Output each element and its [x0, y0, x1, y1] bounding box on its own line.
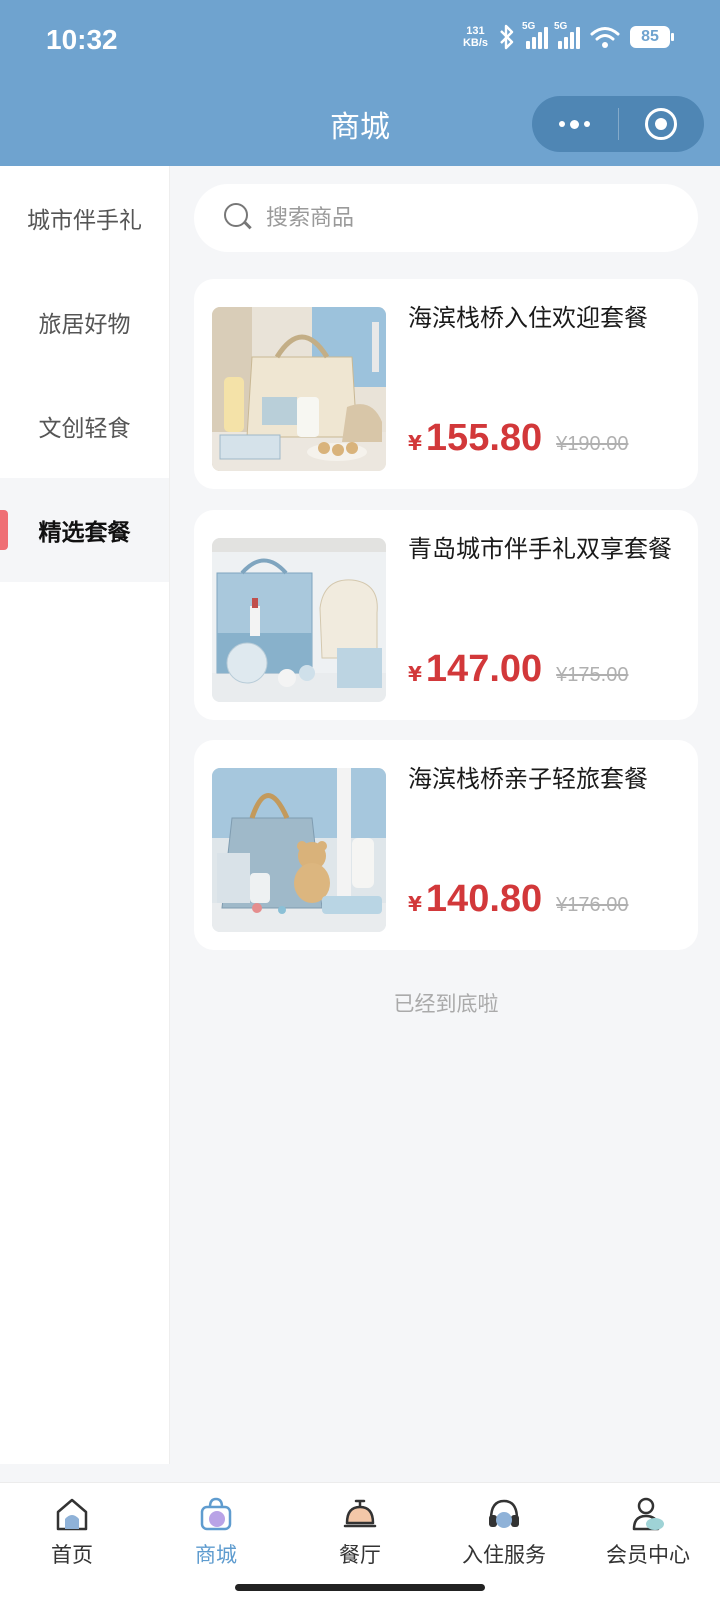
- tab-home[interactable]: 首页: [0, 1483, 144, 1602]
- currency-symbol: ¥: [408, 662, 422, 686]
- category-sidebar: 城市伴手礼 旅居好物 文创轻食 精选套餐: [0, 166, 170, 1464]
- original-price: ¥175.00: [556, 664, 629, 686]
- tab-label: 入住服务: [462, 1543, 546, 1567]
- mini-program-capsule: [532, 96, 704, 152]
- wifi-icon: [590, 27, 620, 48]
- product-name: 海滨栈桥亲子轻旅套餐: [408, 765, 648, 793]
- more-dots-icon: [559, 119, 591, 129]
- product-name: 海滨栈桥入住欢迎套餐: [408, 304, 648, 332]
- price-value: 155.80: [425, 417, 543, 459]
- signal-icon-sim1: 5G: [522, 21, 548, 49]
- product-name: 青岛城市伴手礼双享套餐: [408, 535, 672, 563]
- currency-symbol: ¥: [408, 431, 422, 455]
- status-icons: 131 KB/s 5G 5G 85: [462, 21, 674, 50]
- product-card[interactable]: 海滨栈桥亲子轻旅套餐 ¥ 140.80 ¥176.00: [194, 740, 698, 950]
- sidebar-item-label: 城市伴手礼: [27, 208, 142, 234]
- close-button[interactable]: [619, 96, 705, 152]
- sidebar-item-creative-snacks[interactable]: 文创轻食: [0, 374, 169, 478]
- status-bar: 10:32 131 KB/s 5G 5G 85: [0, 0, 720, 82]
- service-bell-icon: [343, 1499, 377, 1528]
- more-button[interactable]: [532, 96, 618, 152]
- list-end-text: 已经到底啦: [393, 992, 499, 1016]
- shopping-bag-icon: [200, 1497, 232, 1531]
- product-price: ¥ 140.80 ¥176.00: [408, 878, 628, 921]
- tab-label: 首页: [51, 1543, 93, 1567]
- home-indicator[interactable]: [235, 1584, 485, 1591]
- sidebar-item-label: 旅居好物: [38, 312, 131, 338]
- nav-bar: 商城: [0, 82, 720, 166]
- tab-member-center[interactable]: 会员中心: [576, 1483, 720, 1602]
- network-speed: 131 KB/s: [462, 25, 488, 49]
- member-icon: [632, 1497, 664, 1531]
- product-card[interactable]: 海滨栈桥入住欢迎套餐 ¥ 155.80 ¥190.00: [194, 279, 698, 489]
- product-image[interactable]: [212, 538, 386, 702]
- sidebar-item-label: 精选套餐: [38, 520, 131, 546]
- search-input[interactable]: [266, 205, 646, 231]
- signal-icon-sim2: 5G: [554, 21, 580, 49]
- product-image[interactable]: [212, 307, 386, 471]
- sidebar-item-selected-packages[interactable]: 精选套餐: [0, 478, 169, 582]
- product-price: ¥ 155.80 ¥190.00: [408, 417, 628, 460]
- home-icon: [56, 1498, 88, 1531]
- tab-label: 餐厅: [339, 1543, 381, 1567]
- price-value: 140.80: [425, 878, 543, 920]
- currency-symbol: ¥: [408, 892, 422, 916]
- product-card[interactable]: 青岛城市伴手礼双享套餐 ¥ 147.00 ¥175.00: [194, 510, 698, 720]
- original-price: ¥190.00: [556, 433, 629, 455]
- tab-label: 商城: [195, 1543, 237, 1567]
- search-icon: [224, 203, 254, 233]
- headset-icon: [489, 1499, 519, 1528]
- product-price: ¥ 147.00 ¥175.00: [408, 648, 628, 691]
- bluetooth-icon: [500, 24, 514, 50]
- sidebar-item-label: 文创轻食: [38, 416, 131, 442]
- target-icon: [645, 108, 678, 140]
- battery-icon: 85: [630, 26, 674, 48]
- search-bar[interactable]: [194, 184, 698, 252]
- status-time: 10:32: [46, 24, 118, 55]
- original-price: ¥176.00: [556, 894, 629, 916]
- price-value: 147.00: [425, 648, 543, 690]
- product-image[interactable]: [212, 768, 386, 932]
- tab-label: 会员中心: [606, 1543, 690, 1567]
- sidebar-item-city-gifts[interactable]: 城市伴手礼: [0, 166, 169, 270]
- sidebar-item-travel-goods[interactable]: 旅居好物: [0, 270, 169, 374]
